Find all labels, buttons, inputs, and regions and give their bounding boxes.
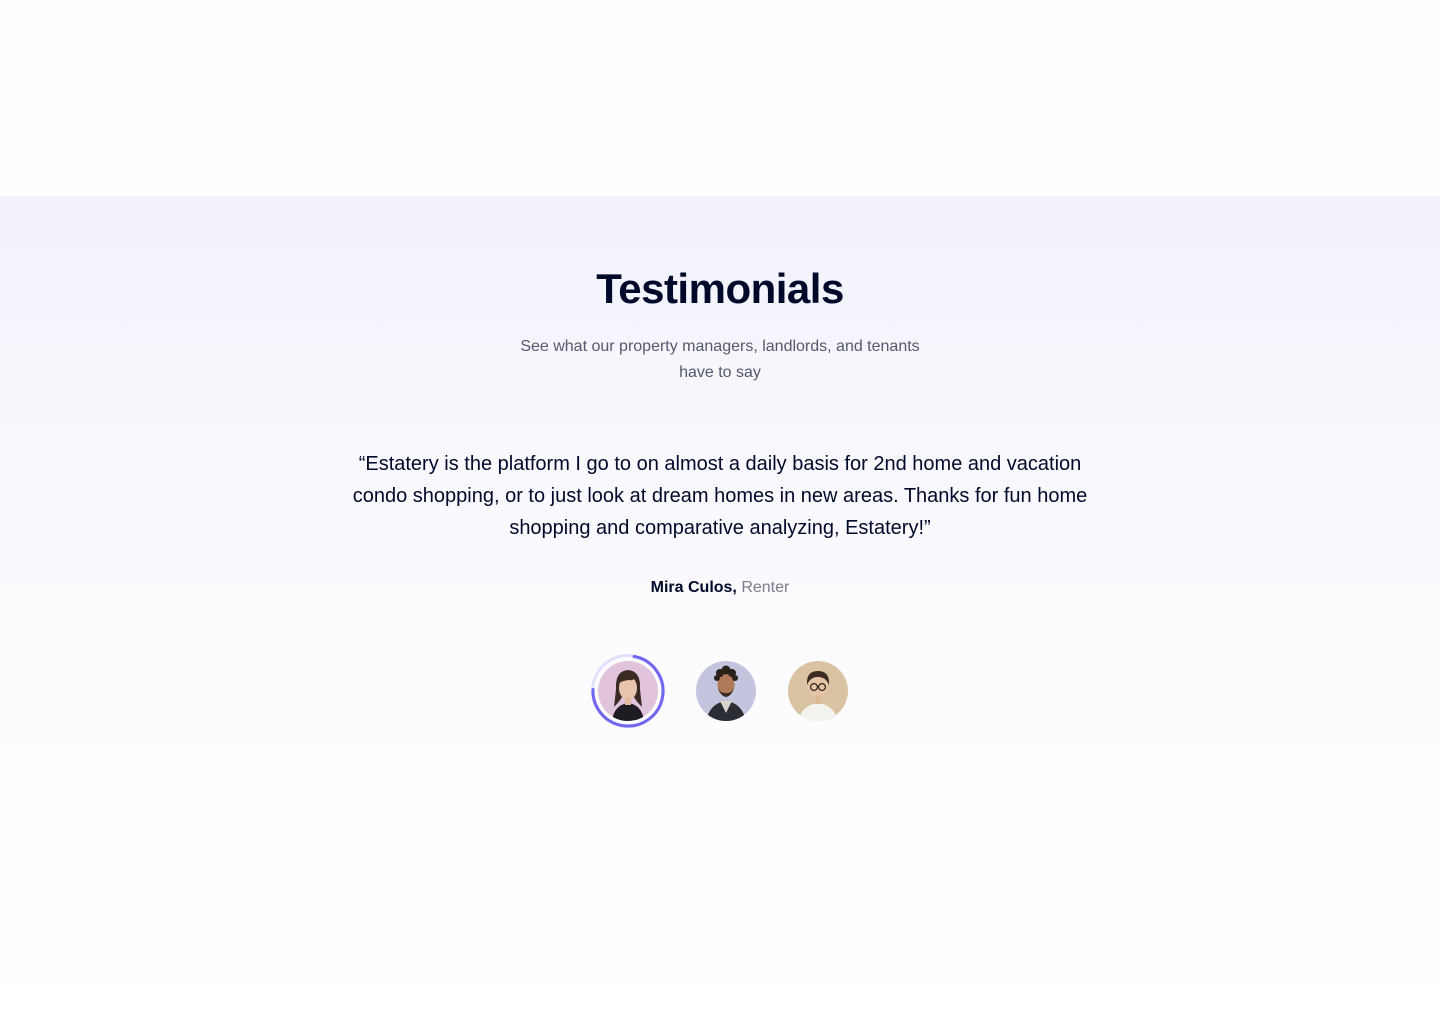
testimonial-quote: “Estatery is the platform I go to on alm… bbox=[352, 453, 1088, 539]
section-subtitle: See what our property managers, landlord… bbox=[520, 338, 920, 381]
avatar-mira-culos[interactable] bbox=[598, 661, 658, 721]
testimonial-author: Mira Culos, Renter bbox=[0, 576, 1440, 600]
top-blank-area bbox=[0, 0, 1440, 196]
testimonials-section bbox=[0, 196, 1440, 1032]
avatar-glasses-man[interactable] bbox=[788, 661, 848, 721]
section-title: Testimonials bbox=[596, 265, 844, 312]
avatar-curly-hair-man[interactable] bbox=[696, 661, 756, 721]
avatar-selector bbox=[0, 654, 1440, 730]
author-name: Mira Culos, bbox=[650, 579, 737, 596]
author-role: Renter bbox=[741, 579, 790, 596]
